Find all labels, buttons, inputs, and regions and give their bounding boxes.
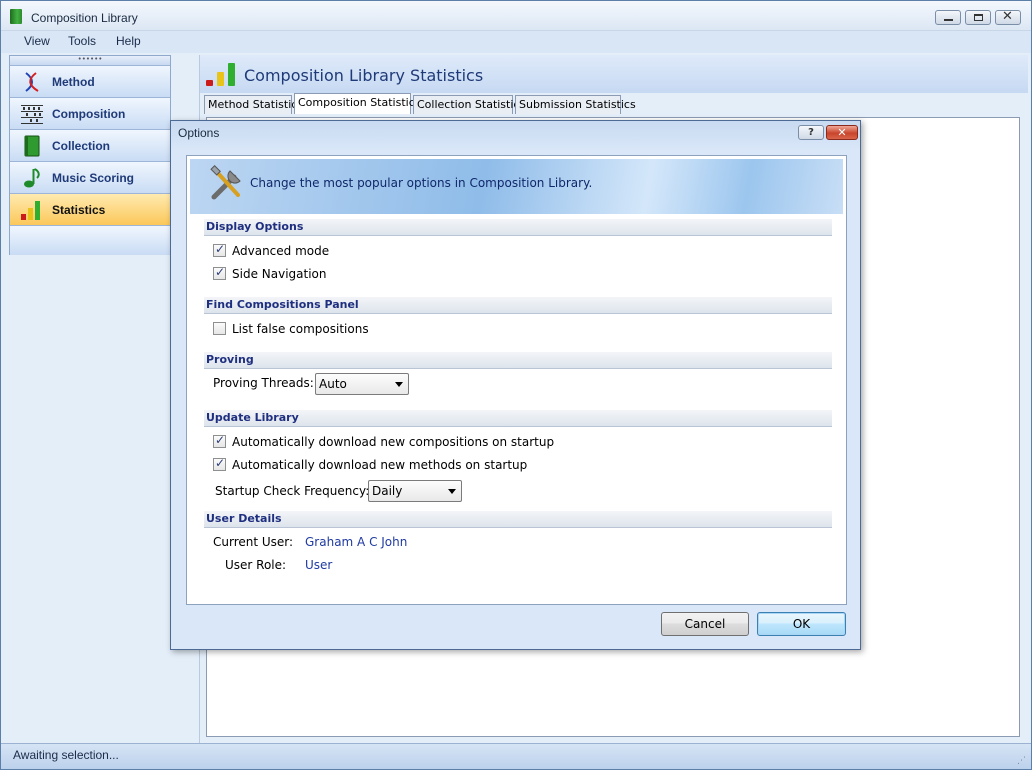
sidebar-item-statistics[interactable]: Statistics [10,193,170,225]
status-text: Awaiting selection... [13,748,119,762]
tab-submission-statistics[interactable]: Submission Statistics [515,95,636,114]
sidebar-item-collection[interactable]: Collection [10,129,170,161]
proving-threads-select[interactable]: Auto [315,373,409,395]
tools-icon [210,165,241,200]
dialog-banner: Change the most popular options in Compo… [190,159,843,214]
collection-book-icon [24,135,40,157]
section-display-options: Display Options [204,219,832,236]
page-title: Composition Library Statistics [244,66,484,85]
menu-tools[interactable]: Tools [68,34,96,48]
composition-icon [21,105,43,124]
sidebar-item-label: Collection [52,139,111,153]
sidebar-item-music-scoring[interactable]: Music Scoring [10,161,170,193]
checkbox-label: List false compositions [232,322,369,336]
menu-help[interactable]: Help [116,34,141,48]
section-user-details: User Details [204,511,832,528]
section-update-library: Update Library [204,410,832,427]
title-bar[interactable]: Composition Library ✕ [1,1,1031,31]
section-title: User Details [206,512,282,525]
statistics-header: Composition Library Statistics [200,55,1028,93]
ok-button[interactable]: OK [757,612,846,636]
current-user-value: Graham A C John [305,535,408,549]
cancel-button[interactable]: Cancel [661,612,749,636]
close-button[interactable]: ✕ [995,9,1021,25]
proving-threads-label: Proving Threads: [213,376,314,390]
tab-method-statistics[interactable]: Method Statistics [204,95,303,114]
checkbox-label: Automatically download new compositions … [232,435,555,449]
sidebar-empty-row [10,225,170,255]
select-value: Daily [372,484,403,498]
current-user-label: Current User: [213,535,294,549]
section-title: Display Options [206,220,304,233]
checkbox-label: Side Navigation [232,267,327,281]
resize-grip-icon[interactable]: ⋰ [1017,756,1027,766]
user-role-value: User [305,558,333,572]
music-note-icon [24,168,40,188]
sidebar-item-label: Statistics [52,203,106,217]
advanced-mode-checkbox[interactable] [213,242,226,257]
close-icon: ✕ [1002,9,1013,24]
startup-frequency-label: Startup Check Frequency: [215,484,370,498]
section-title: Find Compositions Panel [206,298,359,311]
sidebar-item-label: Method [52,75,95,89]
side-navigation: •••••• Method Composition Collection Mus… [9,55,171,255]
list-false-compositions-checkbox[interactable] [213,322,226,335]
tab-composition-statistics[interactable]: Composition Statistics [294,93,420,114]
method-icon [25,72,39,92]
dialog-title: Options [178,126,220,140]
startup-frequency-select[interactable]: Daily [368,480,462,502]
minimize-icon [944,19,953,21]
checkbox-label: Advanced mode [232,244,330,258]
menu-bar: View Tools Help [1,31,1031,53]
chevron-down-icon [448,489,456,494]
chevron-down-icon [395,382,403,387]
sidebar-item-label: Music Scoring [52,171,135,185]
banner-text: Change the most popular options in Compo… [250,176,593,190]
download-compositions-checkbox[interactable] [213,433,226,448]
window-title: Composition Library [31,11,138,25]
app-book-icon [10,9,22,24]
dialog-body: Change the most popular options in Compo… [186,155,847,605]
sidebar-item-label: Composition [52,107,126,121]
select-value: Auto [319,377,347,391]
menu-view[interactable]: View [24,34,50,48]
nav-resize-grip[interactable]: •••••• [10,56,170,65]
checkbox-label: Automatically download new methods on st… [232,458,528,472]
options-dialog: Options ? ✕ Change the most popular opti… [170,120,861,650]
statistics-bars-icon [21,201,40,220]
download-methods-checkbox[interactable] [213,456,226,471]
section-proving: Proving [204,352,832,369]
side-navigation-checkbox[interactable] [213,265,226,280]
section-title: Update Library [206,411,299,424]
dialog-help-button[interactable]: ? [798,125,824,140]
status-bar: Awaiting selection... ⋰ [1,743,1031,769]
user-role-label: User Role: [225,558,287,572]
tab-collection-statistics[interactable]: Collection Statistics [413,95,525,114]
dialog-close-button[interactable]: ✕ [826,125,858,140]
statistics-bars-icon [206,63,235,86]
sidebar-item-method[interactable]: Method [10,65,170,97]
maximize-button[interactable] [965,10,991,25]
sidebar-item-composition[interactable]: Composition [10,97,170,129]
section-title: Proving [206,353,254,366]
section-find-compositions: Find Compositions Panel [204,297,832,314]
maximize-icon [974,14,983,21]
minimize-button[interactable] [935,10,961,25]
